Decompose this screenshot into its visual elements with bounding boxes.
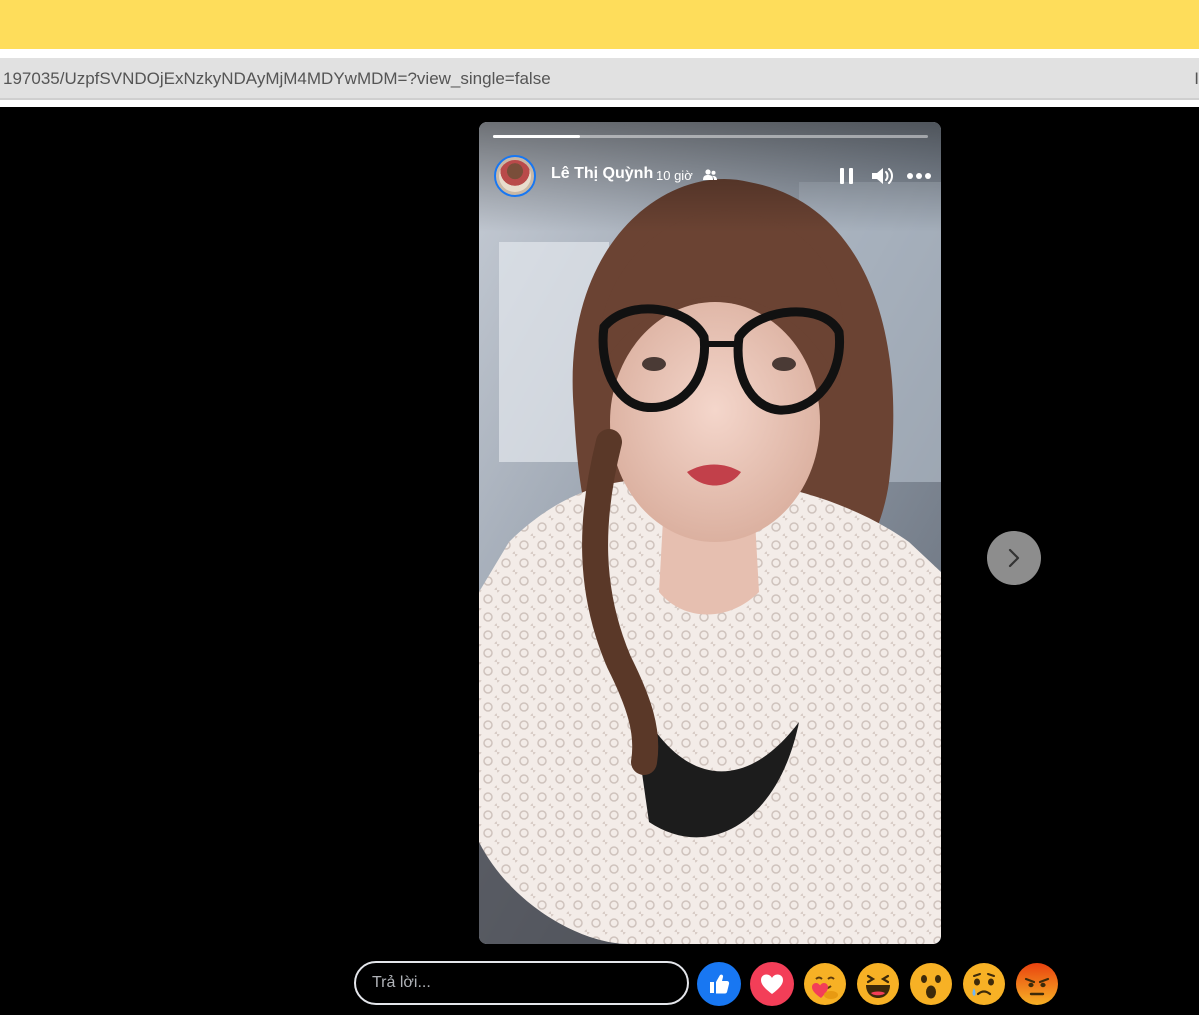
wow-emoji-icon (910, 963, 952, 1005)
story-card[interactable]: Lê Thị Quỳnh 10 giờ (479, 122, 941, 944)
angry-emoji-icon (1016, 963, 1058, 1005)
wow-reaction-button[interactable] (909, 962, 953, 1006)
story-time: 10 giờ (656, 168, 693, 183)
story-progress-bar (493, 135, 928, 138)
friends-icon (703, 169, 717, 180)
address-bar[interactable]: 197035/UzpfSVNDOjExNzkyNDAyMjM4MDYwMDM=?… (0, 58, 1199, 100)
story-author-name[interactable]: Lê Thị Quỳnh (551, 165, 653, 183)
story-progress-fill (493, 135, 580, 138)
browser-top-bar (0, 0, 1199, 49)
avatar[interactable] (494, 155, 536, 197)
divider (0, 100, 1199, 107)
url-text[interactable]: 197035/UzpfSVNDOjExNzkyNDAyMjM4MDYwMDM=?… (3, 69, 551, 89)
sad-emoji-icon (963, 963, 1005, 1005)
volume-icon[interactable] (869, 164, 895, 188)
haha-emoji-icon (857, 963, 899, 1005)
chevron-right-icon (1008, 548, 1020, 568)
like-reaction-button[interactable] (697, 962, 741, 1006)
story-photo (479, 122, 941, 944)
divider (0, 49, 1199, 58)
next-story-button[interactable] (987, 531, 1041, 585)
angry-reaction-button[interactable] (1015, 962, 1059, 1006)
more-icon[interactable] (906, 164, 932, 188)
heart-icon (750, 962, 794, 1006)
sad-reaction-button[interactable] (962, 962, 1006, 1006)
url-cursor: I (1194, 69, 1199, 88)
haha-reaction-button[interactable] (856, 962, 900, 1006)
care-emoji-icon (804, 963, 846, 1005)
love-reaction-button[interactable] (750, 962, 794, 1006)
care-reaction-button[interactable] (803, 962, 847, 1006)
pause-icon[interactable] (837, 164, 857, 188)
like-icon (697, 962, 741, 1006)
reply-input[interactable] (354, 961, 689, 1005)
